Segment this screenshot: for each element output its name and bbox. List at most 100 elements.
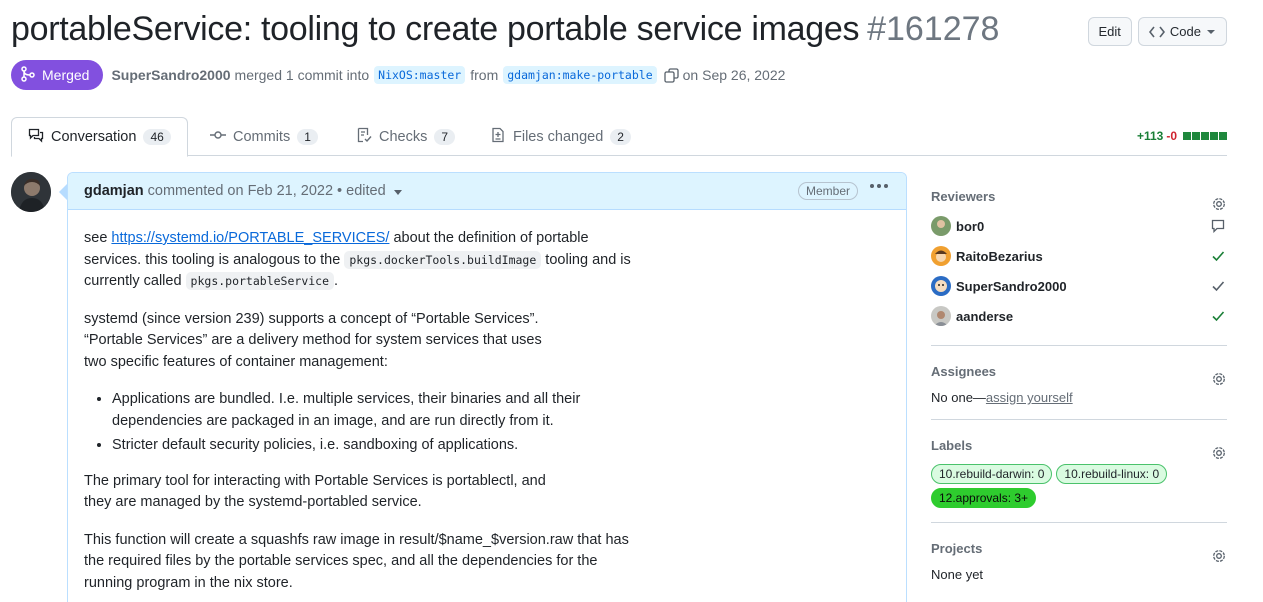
member-badge: Member <box>797 182 858 200</box>
inline-code: pkgs.portableService <box>185 272 335 290</box>
code-button-label: Code <box>1169 24 1201 39</box>
comment-discussion-icon <box>28 127 44 147</box>
merge-icon <box>21 65 35 85</box>
gear-icon[interactable] <box>1211 371 1227 390</box>
tab-checks-label: Checks <box>379 128 428 145</box>
check-icon <box>1211 249 1225 266</box>
comment-header: gdamjan commented on Feb 21, 2022 • edit… <box>68 173 906 210</box>
text: see <box>84 230 112 246</box>
avatar[interactable] <box>11 172 51 212</box>
labels-list: 10.rebuild-darwin: 0 10.rebuild-linux: 0… <box>931 464 1227 508</box>
from-text: from <box>470 67 499 83</box>
chevron-down-icon[interactable] <box>393 183 402 199</box>
tab-files-changed-label: Files changed <box>513 128 604 145</box>
comment-paragraph: systemd (since version 239) supports a c… <box>84 310 542 370</box>
projects-value: None yet <box>931 567 984 582</box>
tab-commits[interactable]: Commits 1 <box>210 117 318 156</box>
pr-meta: Merged SuperSandro2000 merged 1 commit i… <box>11 60 785 90</box>
avatar <box>931 276 951 296</box>
check-icon <box>1211 309 1225 326</box>
projects-title: Projects <box>931 541 983 556</box>
reviewers-section: Reviewers bor0 RaitoBezarius SuperSandro… <box>931 187 1227 346</box>
reviewer-name: bor0 <box>956 218 985 234</box>
tab-checks[interactable]: Checks 7 <box>356 117 456 156</box>
label-rebuild-linux[interactable]: 10.rebuild-linux: 0 <box>1056 464 1168 484</box>
tab-files-changed[interactable]: Files changed 2 <box>490 117 631 156</box>
reviewers-title: Reviewers <box>931 189 996 204</box>
comment-paragraph: see https://systemd.io/PORTABLE_SERVICES… <box>84 228 644 293</box>
file-diff-icon <box>490 127 506 147</box>
diffstat-deletions: -0 <box>1166 129 1177 143</box>
labels-section: Labels 10.rebuild-darwin: 0 10.rebuild-l… <box>931 436 1227 523</box>
status-label: Merged <box>42 67 90 83</box>
diffstat: +113 -0 <box>1137 129 1227 143</box>
portable-services-link[interactable]: https://systemd.io/PORTABLE_SERVICES/ <box>111 230 389 246</box>
diffstat-bar <box>1183 132 1227 140</box>
reviewer-item[interactable]: bor0 <box>931 211 1227 241</box>
assignees-title: Assignees <box>931 364 997 379</box>
code-icon <box>1148 26 1165 38</box>
merge-date: on Sep 26, 2022 <box>682 67 786 83</box>
status-badge: Merged <box>11 60 104 90</box>
comment-caret <box>59 184 67 200</box>
reviewer-name: SuperSandro2000 <box>956 278 1067 294</box>
assignees-value: No one—assign yourself <box>931 390 1227 405</box>
comment-paragraph: The primary tool for interacting with Po… <box>84 472 546 511</box>
tab-files-changed-count: 2 <box>610 128 631 145</box>
header-actions: Edit Code <box>1087 17 1227 46</box>
label-rebuild-darwin[interactable]: 10.rebuild-darwin: 0 <box>931 464 1053 484</box>
avatar <box>931 216 951 236</box>
edit-button[interactable]: Edit <box>1087 17 1132 46</box>
comment: gdamjan commented on Feb 21, 2022 • edit… <box>67 172 907 602</box>
merger-link[interactable]: SuperSandro2000 <box>111 67 230 83</box>
commit-icon <box>210 127 226 147</box>
assignees-section: Assignees No one—assign yourself <box>931 362 1227 420</box>
inline-code: pkgs.dockerTools.buildImage <box>344 250 542 269</box>
reviewer-item[interactable]: aanderse <box>931 301 1227 331</box>
reviewer-name: RaitoBezarius <box>956 248 1043 264</box>
head-branch[interactable]: gdamjan:make-portable <box>503 66 657 84</box>
avatar <box>931 306 951 326</box>
tab-commits-label: Commits <box>233 128 291 145</box>
caret-down-icon <box>1206 29 1216 35</box>
tab-conversation-label: Conversation <box>51 129 137 145</box>
kebab-menu-icon[interactable] <box>870 184 888 188</box>
tab-commits-count: 1 <box>297 128 318 145</box>
gear-icon[interactable] <box>1211 445 1227 464</box>
sidebar: Reviewers bor0 RaitoBezarius SuperSandro… <box>931 180 1227 602</box>
reviewer-item[interactable]: SuperSandro2000 <box>931 271 1227 301</box>
assign-yourself-link[interactable]: assign yourself <box>986 390 1073 405</box>
pr-tabs: Conversation 46 Commits 1 Checks 7 Files… <box>11 117 1227 157</box>
label-approvals[interactable]: 12.approvals: 3+ <box>931 488 1037 508</box>
comment-body: see https://systemd.io/PORTABLE_SERVICES… <box>68 210 906 602</box>
comment-meta[interactable]: commented on Feb 21, 2022 • edited <box>148 183 386 199</box>
checklist-icon <box>356 127 372 147</box>
labels-title: Labels <box>931 438 973 453</box>
reviewer-name: aanderse <box>956 308 1014 324</box>
comment-author[interactable]: gdamjan <box>84 183 144 199</box>
tab-conversation-count: 46 <box>143 129 171 145</box>
pr-number: #161278 <box>867 10 1000 48</box>
text: . <box>334 273 339 289</box>
code-button[interactable]: Code <box>1137 17 1227 46</box>
edit-button-label: Edit <box>1098 24 1121 39</box>
pr-title: portableService: tooling to create porta… <box>11 10 860 48</box>
reviewer-item[interactable]: RaitoBezarius <box>931 241 1227 271</box>
comment-list: Applications are bundled. I.e. multiple … <box>112 389 890 457</box>
comment-paragraph: This function will create a squashfs raw… <box>84 531 629 591</box>
gear-icon[interactable] <box>1211 548 1227 567</box>
diffstat-additions: +113 <box>1136 129 1164 143</box>
list-item: Applications are bundled. I.e. multiple … <box>112 389 672 432</box>
avatar <box>931 246 951 266</box>
merge-text: merged 1 commit into <box>234 67 370 83</box>
base-branch[interactable]: NixOS:master <box>374 66 466 84</box>
list-item: Stricter default security policies, i.e.… <box>112 435 890 457</box>
tab-checks-count: 7 <box>434 128 456 145</box>
projects-section: Projects None yet <box>931 539 1227 596</box>
tab-conversation[interactable]: Conversation 46 <box>11 117 188 157</box>
comment-icon <box>1211 219 1225 236</box>
pr-title-row: portableService: tooling to create porta… <box>11 10 1011 56</box>
assignees-none: No one— <box>931 390 986 405</box>
copy-icon[interactable] <box>663 67 679 83</box>
check-icon <box>1211 279 1225 296</box>
